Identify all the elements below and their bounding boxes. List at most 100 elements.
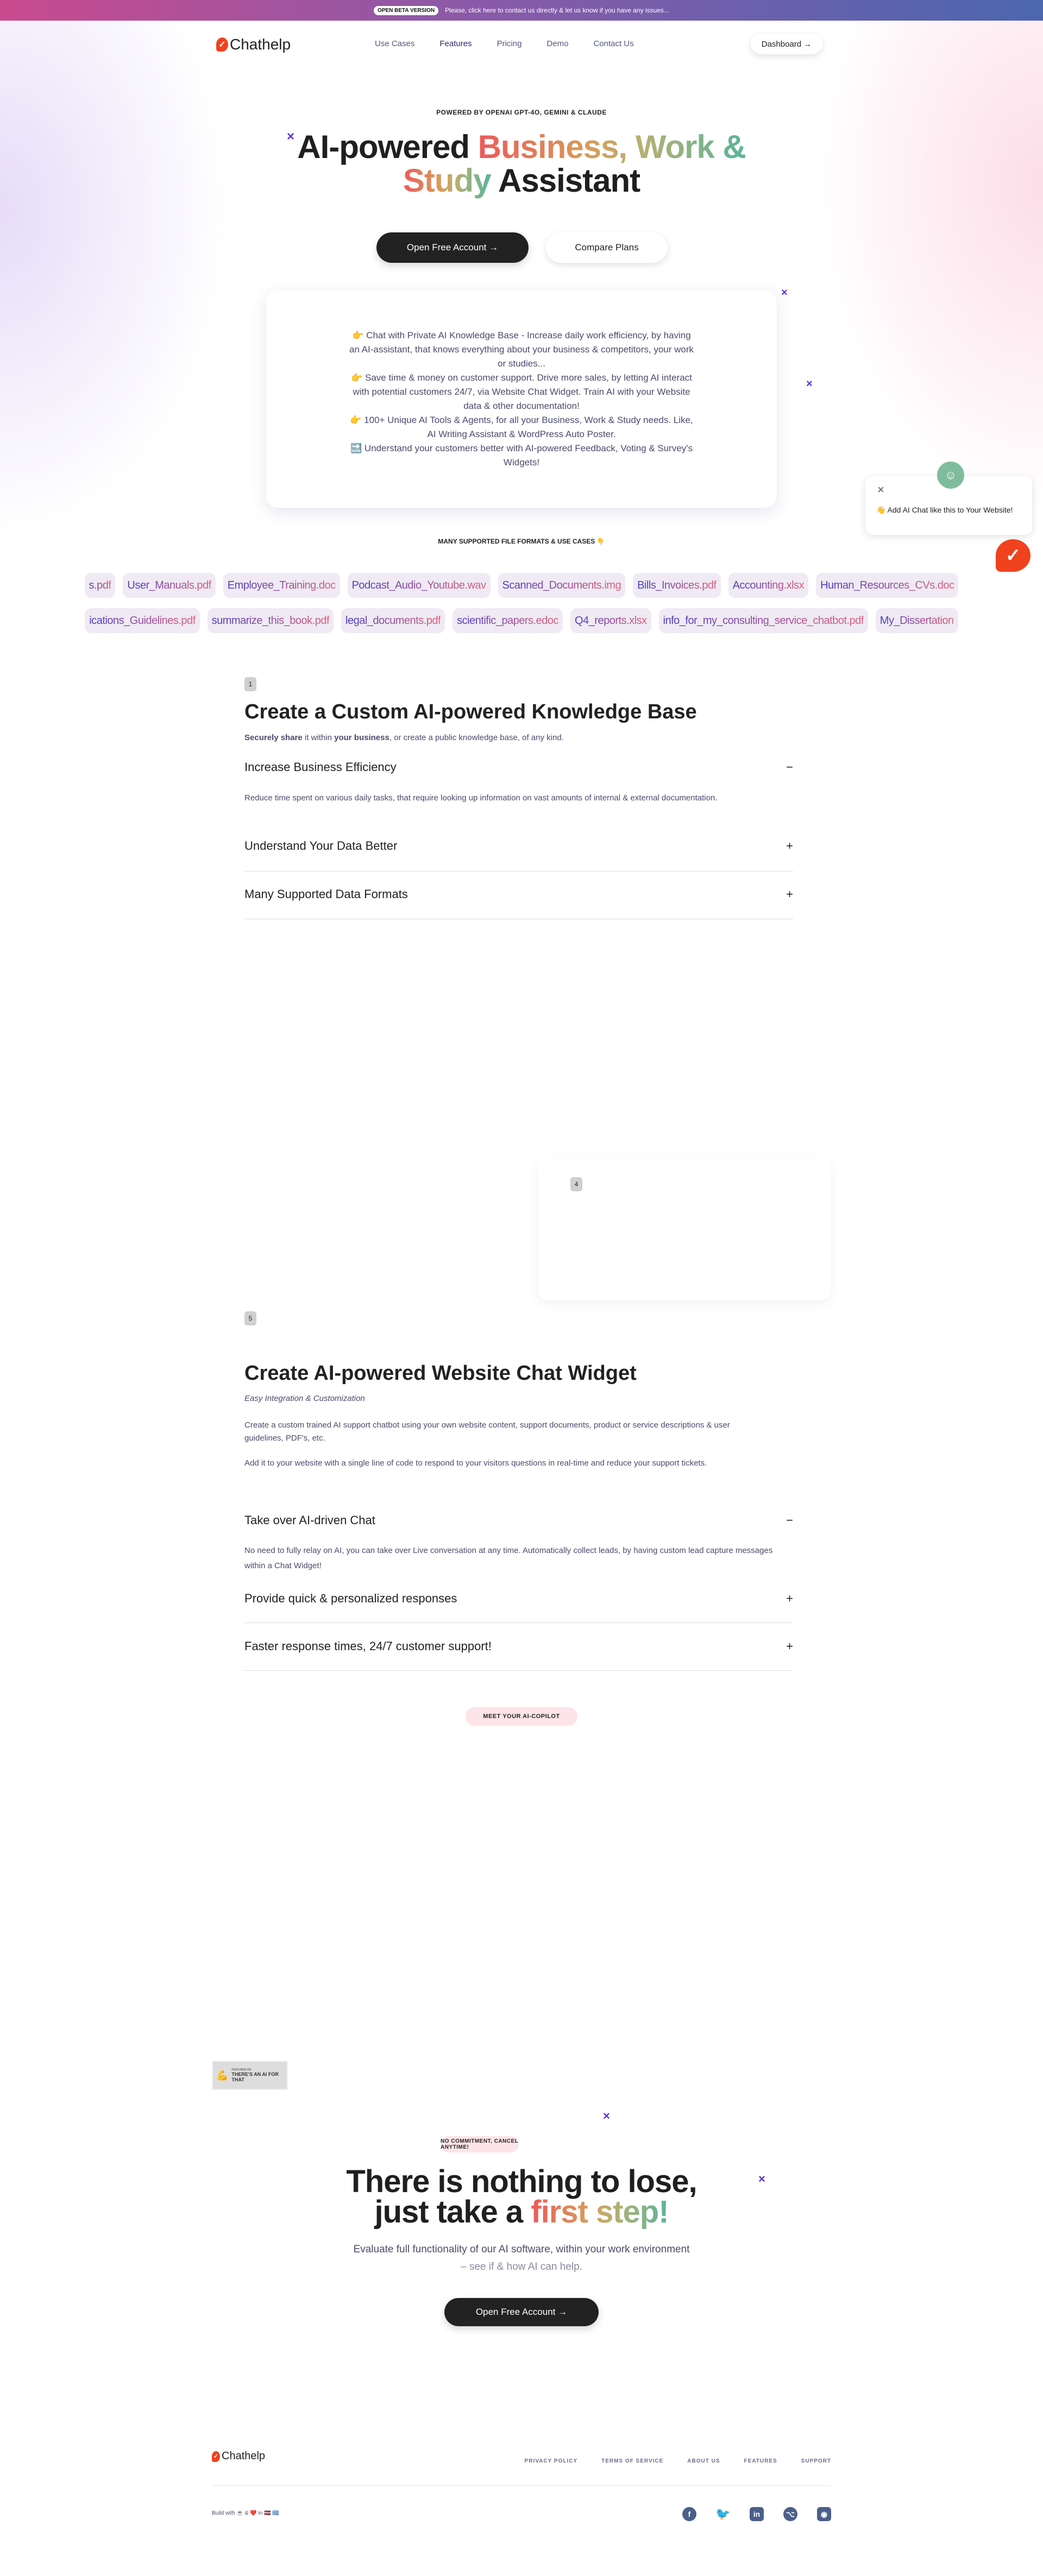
footer-logo[interactable]: ✓ Chathelp xyxy=(212,2450,265,2463)
accordion-item-formats[interactable]: Many Supported Data Formats + xyxy=(244,887,793,901)
section-title: Create AI-powered Website Chat Widget xyxy=(244,1362,637,1385)
cta-title: There is nothing to lose, just take a fi… xyxy=(0,2166,1043,2230)
logo-text: Chathelp xyxy=(222,2450,266,2462)
compare-plans-button[interactable]: Compare Plans xyxy=(546,232,668,263)
feature-item: 👉 Save time & money on customer support.… xyxy=(351,372,692,411)
facebook-icon[interactable]: f xyxy=(682,2507,696,2521)
format-chip: Podcast_Audio_Youtube.wav xyxy=(347,573,491,598)
nav-features[interactable]: Features xyxy=(439,39,472,48)
footer-divider xyxy=(212,2485,831,2486)
cta-text-2: – see if & how AI can help. xyxy=(461,2261,582,2272)
featured-text: FEATURED ON THERE'S AN AI FOR THAT xyxy=(231,2068,279,2082)
nav-pricing[interactable]: Pricing xyxy=(497,39,522,48)
chat-launcher-button[interactable]: ✓ xyxy=(996,539,1031,572)
footer-about[interactable]: ABOUT US xyxy=(687,2458,720,2464)
formats-title: MANY SUPPORTED FILE FORMATS & USE CASES … xyxy=(438,538,605,545)
footer-links: PRIVACY POLICY TERMS OF SERVICE ABOUT US… xyxy=(525,2458,831,2464)
github-icon[interactable]: ⌥ xyxy=(783,2507,797,2521)
footer-support[interactable]: SUPPORT xyxy=(801,2458,831,2464)
twitter-icon[interactable]: 🐦 xyxy=(715,2507,730,2521)
dashboard-button[interactable]: Dashboard → xyxy=(751,34,822,54)
format-chip: Accounting.xlsx xyxy=(728,573,809,598)
plus-icon: + xyxy=(786,1592,793,1605)
sparkle-x-icon: × xyxy=(806,378,813,390)
cta-text: Evaluate full functionality of our AI so… xyxy=(353,2244,690,2255)
logo-text: Chathelp xyxy=(230,36,291,53)
footer-terms[interactable]: TERMS OF SERVICE xyxy=(601,2458,663,2464)
plus-icon: + xyxy=(786,1639,793,1653)
arm-logo-icon: 💪 xyxy=(216,2069,229,2081)
feature-card-4: 4 xyxy=(538,1157,831,1300)
format-chip: Employee_Training.doc xyxy=(223,573,340,598)
hero-title: AI-powered Business, Work & Study Assist… xyxy=(0,130,1043,198)
divider xyxy=(244,1670,793,1671)
step-number-badge: 4 xyxy=(570,1177,582,1191)
title-gradient-2: Study xyxy=(403,162,492,199)
sparkle-x-icon: × xyxy=(781,287,788,299)
feature-item: 🔜 Understand your customers better with … xyxy=(350,443,693,468)
format-chip: Human_Resources_CVs.doc xyxy=(816,573,959,598)
formats-row-2: ications_Guidelines.pdf summarize_this_b… xyxy=(0,608,1043,633)
footer-features[interactable]: FEATURES xyxy=(744,2458,777,2464)
format-chip: s.pdf xyxy=(84,573,116,598)
format-chip: ications_Guidelines.pdf xyxy=(85,608,200,633)
format-chip: scientific_papers.edoc xyxy=(453,608,563,633)
feature-item: 👉 Chat with Private AI Knowledge Base - … xyxy=(349,330,694,369)
chatbot-avatar-icon: ☺ xyxy=(937,462,964,489)
section-subtitle: Securely share it within your business, … xyxy=(244,733,564,742)
section-paragraph: Create a custom trained AI support chatb… xyxy=(244,1420,730,1443)
chat-popup-message: 👋 Add AI Chat like this to Your Website! xyxy=(876,506,1013,514)
accordion-body: Reduce time spent on various daily tasks… xyxy=(244,793,718,803)
chat-check-icon: ✓ xyxy=(216,37,228,52)
title-part: AI-powered xyxy=(297,129,478,165)
copilot-badge: MEET YOUR AI-COPILOT xyxy=(466,1707,577,1726)
nav-contact[interactable]: Contact Us xyxy=(593,39,633,48)
format-chip: info_for_my_consulting_service_chatbot.p… xyxy=(658,608,868,633)
discord-icon[interactable]: ◉ xyxy=(817,2507,831,2521)
format-chip: summarize_this_book.pdf xyxy=(207,608,334,633)
feature-item: 👉 100+ Unique AI Tools & Agents, for all… xyxy=(350,415,693,439)
divider xyxy=(244,871,793,872)
accordion-item-data[interactable]: Understand Your Data Better + xyxy=(244,839,793,853)
beta-message[interactable]: Please, click here to contact us directl… xyxy=(445,7,669,14)
accordion-item-efficiency[interactable]: Increase Business Efficiency − xyxy=(244,760,793,774)
open-free-account-button[interactable]: Open Free Account → xyxy=(376,232,529,263)
chat-check-icon: ✓ xyxy=(212,2451,220,2462)
linkedin-icon[interactable]: in xyxy=(750,2507,764,2521)
accordion-body: No need to fully relay on AI, you can ta… xyxy=(244,1546,773,1570)
cta-title-gradient: first step! xyxy=(531,2194,669,2230)
sparkle-x-icon: × xyxy=(603,2109,610,2123)
title-gradient: Business, Work & xyxy=(477,129,746,165)
plus-icon: + xyxy=(786,839,793,853)
features-card: 👉 Chat with Private AI Knowledge Base - … xyxy=(266,291,777,508)
nav-use-cases[interactable]: Use Cases xyxy=(375,39,414,48)
format-chip: legal_documents.pdf xyxy=(341,608,445,633)
plus-icon: + xyxy=(786,887,793,901)
featured-badge[interactable]: 💪 FEATURED ON THERE'S AN AI FOR THAT xyxy=(212,2061,288,2090)
no-commitment-pill: NO COMMITMENT, CANCEL ANYTIME! xyxy=(441,2136,519,2152)
format-chip: User_Manuals.pdf xyxy=(123,573,216,598)
format-chip: Bills_Invoices.pdf xyxy=(633,573,721,598)
open-free-account-button-bottom[interactable]: Open Free Account → xyxy=(444,2298,599,2326)
step-number-badge: 5 xyxy=(244,1311,256,1325)
main-nav: Use Cases Features Pricing Demo Contact … xyxy=(375,39,634,48)
hero-eyebrow: POWERED BY OPENAI GPT-4O, GEMINI & CLAUD… xyxy=(436,109,607,116)
section-subtitle: Easy Integration & Customization xyxy=(244,1394,365,1403)
beta-banner[interactable]: OPEN BETA VERSION Please, click here to … xyxy=(0,0,1043,21)
title-part-2: Assistant xyxy=(491,162,640,199)
nav-demo[interactable]: Demo xyxy=(546,39,568,48)
section-paragraph: Add it to your website with a single lin… xyxy=(244,1459,707,1468)
accordion-item-responses[interactable]: Provide quick & personalized responses + xyxy=(244,1592,793,1606)
beta-badge: OPEN BETA VERSION xyxy=(374,5,439,15)
divider xyxy=(244,1622,793,1623)
format-chip: Q4_reports.xlsx xyxy=(570,608,651,633)
minus-icon: − xyxy=(786,1513,793,1527)
footer-privacy[interactable]: PRIVACY POLICY xyxy=(525,2458,578,2464)
minus-icon: − xyxy=(786,760,793,774)
accordion-item-faster[interactable]: Faster response times, 24/7 customer sup… xyxy=(244,1639,793,1653)
format-chip: Scanned_Documents.img xyxy=(498,573,626,598)
close-icon[interactable]: × xyxy=(877,483,884,497)
build-with-text: Build with ☕ & ❤️ in 🇱🇻 🇬🇷 xyxy=(212,2510,279,2516)
logo[interactable]: ✓ Chathelp xyxy=(216,36,291,53)
accordion-item-takeover[interactable]: Take over AI-driven Chat − xyxy=(244,1513,793,1527)
